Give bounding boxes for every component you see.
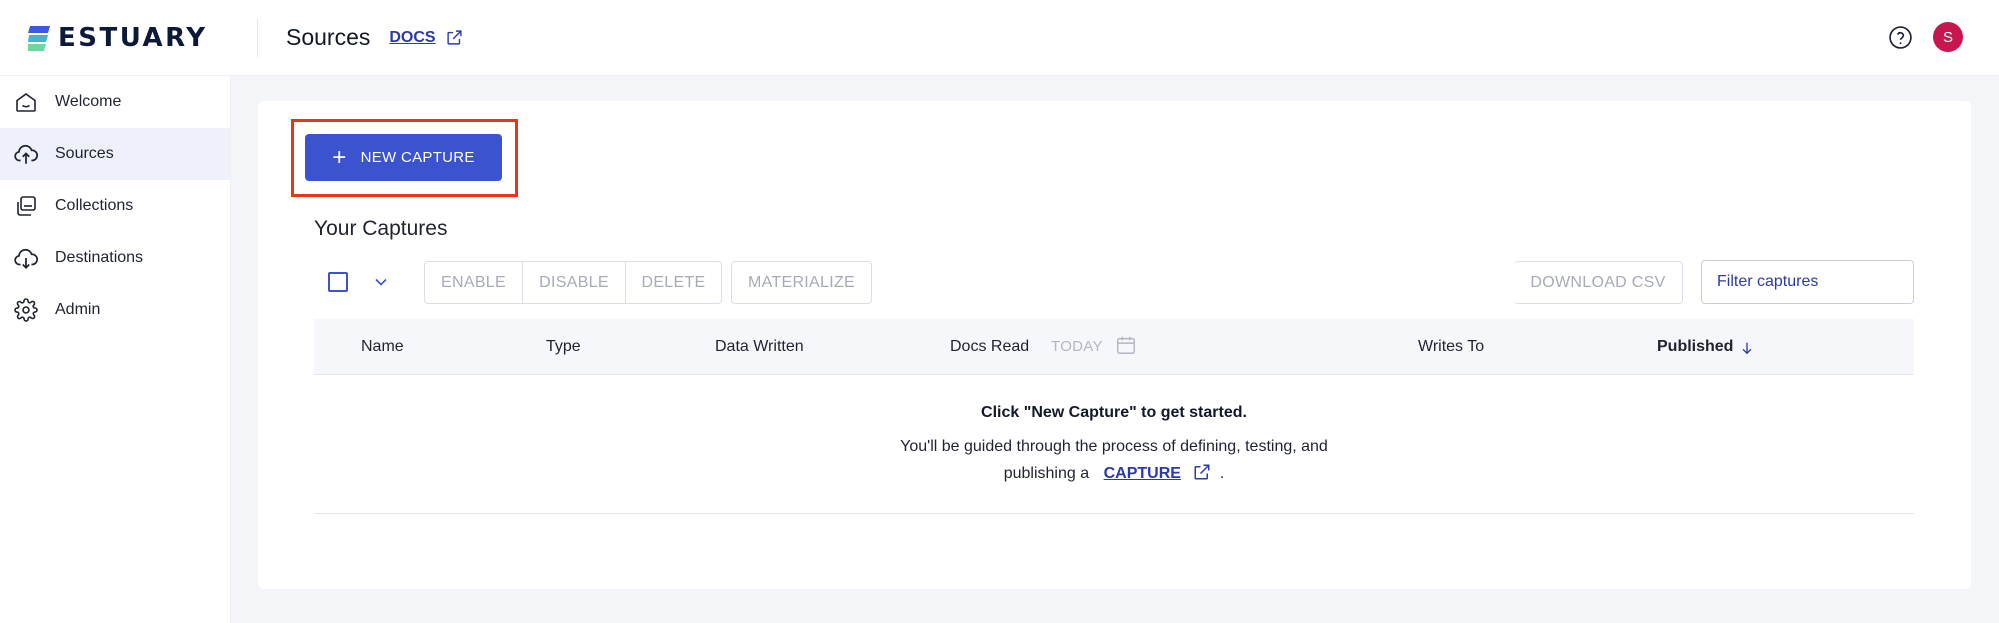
bulk-action-group: ENABLE DISABLE DELETE: [424, 261, 722, 304]
sidebar-item-label: Admin: [55, 301, 101, 318]
download-csv-button[interactable]: DOWNLOAD CSV: [1514, 261, 1683, 304]
docs-link-label: DOCS: [389, 28, 436, 46]
help-icon[interactable]: [1888, 25, 1913, 50]
sidebar: Welcome Sources Collections Destinations…: [0, 76, 231, 623]
column-published[interactable]: Published: [1657, 338, 1733, 356]
empty-state-prefix: publishing a: [1003, 465, 1090, 482]
logo-text: ESTUARY: [58, 22, 208, 53]
chevron-down-icon[interactable]: [371, 272, 391, 292]
empty-state-description-line2: publishing a CAPTURE .: [314, 463, 1914, 483]
sort-arrow-down-icon[interactable]: [1739, 339, 1755, 357]
table-bottom-divider: [314, 513, 1914, 514]
column-name[interactable]: Name: [361, 338, 404, 356]
column-data-written[interactable]: Data Written: [715, 338, 804, 356]
empty-state-suffix: .: [1219, 465, 1225, 482]
table-header: Name Type Data Written Docs Read TODAY W…: [314, 319, 1914, 375]
docs-link[interactable]: DOCS: [389, 29, 462, 47]
delete-button[interactable]: DELETE: [626, 261, 722, 304]
sidebar-item-label: Welcome: [55, 93, 122, 110]
sidebar-item-destinations[interactable]: Destinations: [0, 232, 230, 284]
gear-icon: [13, 297, 39, 323]
plus-icon: +: [332, 143, 347, 171]
cloud-download-icon: [13, 245, 39, 271]
empty-state-title: Click "New Capture" to get started.: [981, 404, 1247, 421]
avatar[interactable]: S: [1933, 22, 1963, 52]
sidebar-item-label: Sources: [55, 145, 114, 162]
new-capture-label: NEW CAPTURE: [360, 149, 475, 166]
sidebar-item-label: Destinations: [55, 249, 144, 266]
cloud-upload-icon: [13, 141, 39, 167]
sidebar-item-label: Collections: [55, 197, 134, 214]
new-capture-button[interactable]: + NEW CAPTURE: [305, 134, 502, 181]
home-icon: [13, 89, 39, 115]
header-divider: [257, 18, 258, 57]
external-link-icon[interactable]: [1193, 463, 1211, 481]
page-title: Sources: [286, 24, 371, 50]
select-all-checkbox[interactable]: [328, 272, 348, 292]
column-writes-to[interactable]: Writes To: [1418, 338, 1484, 356]
estuary-logo-icon: [28, 25, 50, 51]
sidebar-item-collections[interactable]: Collections: [0, 180, 230, 232]
disable-button[interactable]: DISABLE: [523, 261, 626, 304]
estuary-logo[interactable]: ESTUARY: [28, 23, 228, 53]
sidebar-item-admin[interactable]: Admin: [0, 284, 230, 336]
calendar-icon[interactable]: [1115, 334, 1137, 356]
empty-state-description: You'll be guided through the process of …: [900, 438, 1328, 455]
column-docs-read[interactable]: Docs Read: [950, 338, 1029, 356]
enable-button[interactable]: ENABLE: [424, 261, 523, 304]
header-actions: S: [1888, 22, 1963, 52]
section-title: Your Captures: [314, 217, 448, 240]
sidebar-item-sources[interactable]: Sources: [0, 128, 230, 180]
app-header: ESTUARY Sources DOCS S: [0, 0, 1999, 76]
date-range-label[interactable]: TODAY: [1051, 338, 1103, 355]
capture-docs-link[interactable]: CAPTURE: [1104, 465, 1181, 482]
materialize-button[interactable]: MATERIALIZE: [731, 261, 872, 304]
sidebar-item-welcome[interactable]: Welcome: [0, 76, 230, 128]
column-type[interactable]: Type: [546, 338, 581, 356]
external-link-icon: [447, 30, 462, 45]
collections-icon: [13, 193, 39, 219]
filter-captures-input[interactable]: [1701, 260, 1914, 304]
